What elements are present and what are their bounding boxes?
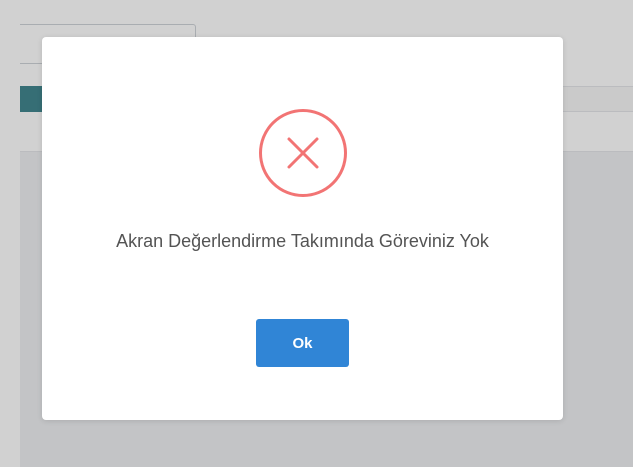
error-x-icon bbox=[259, 109, 347, 197]
dialog-title: Akran Değerlendirme Takımında Göreviniz … bbox=[116, 231, 489, 251]
ok-button[interactable]: Ok bbox=[256, 319, 349, 367]
alert-dialog: Akran Değerlendirme Takımında Göreviniz … bbox=[42, 37, 563, 420]
